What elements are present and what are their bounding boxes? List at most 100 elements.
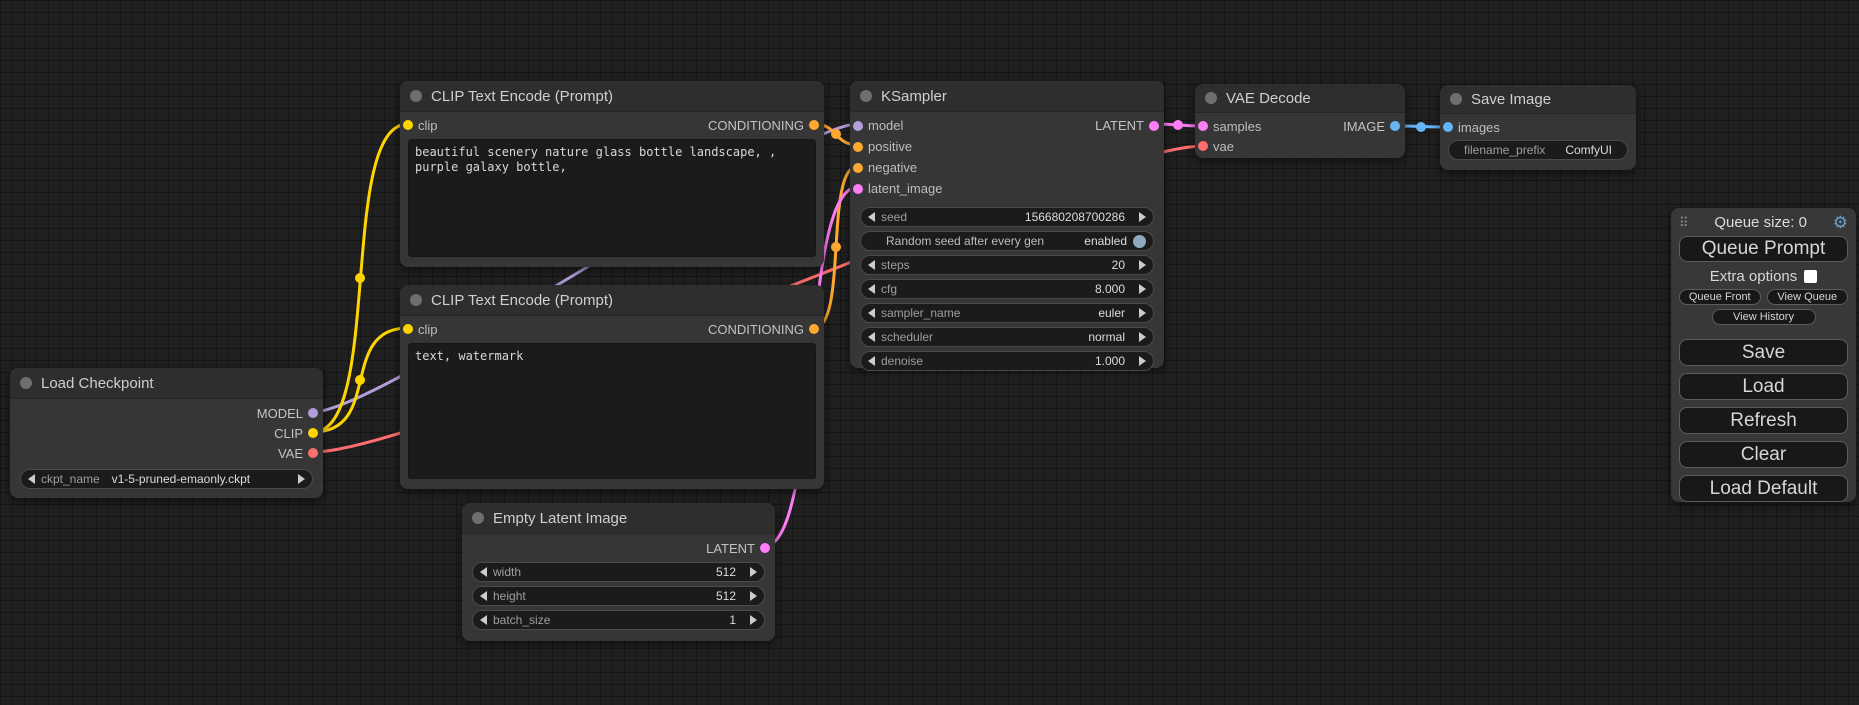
collapse-dot-icon[interactable] [472,512,484,524]
seed-widget[interactable]: seed 156680208700286 [860,207,1154,227]
sampler-name-widget[interactable]: sampler_name euler [860,303,1154,323]
save-button[interactable]: Save [1679,339,1848,366]
workflow-buttons-stack: Save Load Refresh Clear Load Default [1679,339,1848,502]
latent-output-dot[interactable] [760,543,770,553]
image-output-dot[interactable] [1390,121,1400,131]
images-input-dot[interactable] [1443,122,1453,132]
negative-input-dot[interactable] [853,163,863,173]
node-title-bar[interactable]: Empty Latent Image [462,503,775,534]
queue-prompt-button[interactable]: Queue Prompt [1679,236,1848,262]
samples-input-dot[interactable] [1198,121,1208,131]
positive-prompt-textarea[interactable]: beautiful scenery nature glass bottle la… [408,139,816,257]
model-input-dot[interactable] [853,121,863,131]
widget-label: cfg [881,282,897,296]
decrement-arrow-icon[interactable] [868,356,875,366]
steps-widget[interactable]: steps 20 [860,255,1154,275]
scheduler-widget[interactable]: scheduler normal [860,327,1154,347]
save-image-node[interactable]: Save Image images filename_prefix ComfyU… [1440,85,1636,170]
node-title-bar[interactable]: CLIP Text Encode (Prompt) [400,285,824,316]
load-checkpoint-node[interactable]: Load Checkpoint MODEL CLIP VAE ckpt_name… [10,368,323,498]
output-label-image: IMAGE [1343,119,1385,134]
increment-arrow-icon[interactable] [750,591,757,601]
drag-handle-icon[interactable]: ⠿ [1679,215,1689,231]
view-queue-button[interactable]: View Queue [1767,289,1849,305]
extra-options-label: Extra options [1710,268,1798,285]
negative-prompt-textarea[interactable]: text, watermark [408,343,816,479]
collapse-dot-icon[interactable] [1450,93,1462,105]
increment-arrow-icon[interactable] [1139,212,1146,222]
queue-panel[interactable]: ⠿ Queue size: 0 ⚙ Queue Prompt Extra opt… [1671,208,1856,502]
prev-arrow-icon[interactable] [28,474,35,484]
increment-arrow-icon[interactable] [750,615,757,625]
decrement-arrow-icon[interactable] [868,212,875,222]
positive-input-dot[interactable] [853,142,863,152]
increment-arrow-icon[interactable] [1139,356,1146,366]
batch-size-widget[interactable]: batch_size 1 [472,610,765,630]
prev-arrow-icon[interactable] [868,332,875,342]
refresh-button[interactable]: Refresh [1679,407,1848,434]
vae-decode-node[interactable]: VAE Decode samples IMAGE vae [1195,84,1405,158]
extra-options-checkbox[interactable] [1804,270,1817,283]
node-title-bar[interactable]: VAE Decode [1195,84,1405,113]
width-widget[interactable]: width 512 [472,562,765,582]
widget-label: scheduler [881,330,933,344]
vae-output-dot[interactable] [308,448,318,458]
node-title-bar[interactable]: Load Checkpoint [10,368,323,399]
load-default-button[interactable]: Load Default [1679,475,1848,502]
random-seed-toggle-widget[interactable]: Random seed after every gen enabled [860,231,1154,251]
model-output-dot[interactable] [308,408,318,418]
latent-image-input-dot[interactable] [853,184,863,194]
collapse-dot-icon[interactable] [860,90,872,102]
decrement-arrow-icon[interactable] [480,567,487,577]
height-widget[interactable]: height 512 [472,586,765,606]
settings-gear-icon[interactable]: ⚙ [1833,214,1848,231]
increment-arrow-icon[interactable] [1139,260,1146,270]
clip-text-encode-negative-node[interactable]: CLIP Text Encode (Prompt) clip CONDITION… [400,285,824,489]
cfg-widget[interactable]: cfg 8.000 [860,279,1154,299]
ksampler-node[interactable]: KSampler model LATENT positive negative … [850,81,1164,368]
output-label-clip: CLIP [274,426,303,441]
toggle-circle-icon[interactable] [1133,235,1146,248]
clip-text-encode-positive-node[interactable]: CLIP Text Encode (Prompt) clip CONDITION… [400,81,824,267]
input-label-model: model [868,118,903,133]
queue-front-button[interactable]: Queue Front [1679,289,1761,305]
decrement-arrow-icon[interactable] [868,260,875,270]
view-history-button[interactable]: View History [1712,309,1816,325]
node-title-bar[interactable]: CLIP Text Encode (Prompt) [400,81,824,112]
view-history-row: View History [1679,309,1848,325]
collapse-dot-icon[interactable] [410,294,422,306]
decrement-arrow-icon[interactable] [868,284,875,294]
empty-latent-image-node[interactable]: Empty Latent Image LATENT width 512 heig… [462,503,775,641]
widget-value: v1-5-pruned-emaonly.ckpt [112,472,251,486]
decrement-arrow-icon[interactable] [480,591,487,601]
next-arrow-icon[interactable] [1139,308,1146,318]
node-title-bar[interactable]: KSampler [850,81,1164,112]
node-graph-canvas[interactable]: Load Checkpoint MODEL CLIP VAE ckpt_name… [0,0,1859,705]
latent-output-dot[interactable] [1149,121,1159,131]
clip-input-dot[interactable] [403,324,413,334]
filename-prefix-widget[interactable]: filename_prefix ComfyUI [1448,140,1628,160]
output-label-latent: LATENT [1095,118,1144,133]
collapse-dot-icon[interactable] [1205,92,1217,104]
widget-label: batch_size [493,613,550,627]
node-title-bar[interactable]: Save Image [1440,85,1636,114]
increment-arrow-icon[interactable] [1139,284,1146,294]
clip-input-dot[interactable] [403,120,413,130]
load-button[interactable]: Load [1679,373,1848,400]
vae-input-dot[interactable] [1198,141,1208,151]
output-slot-row: LATENT [462,538,775,558]
denoise-widget[interactable]: denoise 1.000 [860,351,1154,371]
clear-button[interactable]: Clear [1679,441,1848,468]
increment-arrow-icon[interactable] [750,567,757,577]
clip-output-dot[interactable] [308,428,318,438]
prev-arrow-icon[interactable] [868,308,875,318]
ckpt-name-widget[interactable]: ckpt_name v1-5-pruned-emaonly.ckpt [20,469,313,489]
collapse-dot-icon[interactable] [20,377,32,389]
conditioning-output-dot[interactable] [809,120,819,130]
decrement-arrow-icon[interactable] [480,615,487,625]
queue-actions-row: Queue Front View Queue [1679,289,1848,305]
next-arrow-icon[interactable] [298,474,305,484]
conditioning-output-dot[interactable] [809,324,819,334]
collapse-dot-icon[interactable] [410,90,422,102]
next-arrow-icon[interactable] [1139,332,1146,342]
